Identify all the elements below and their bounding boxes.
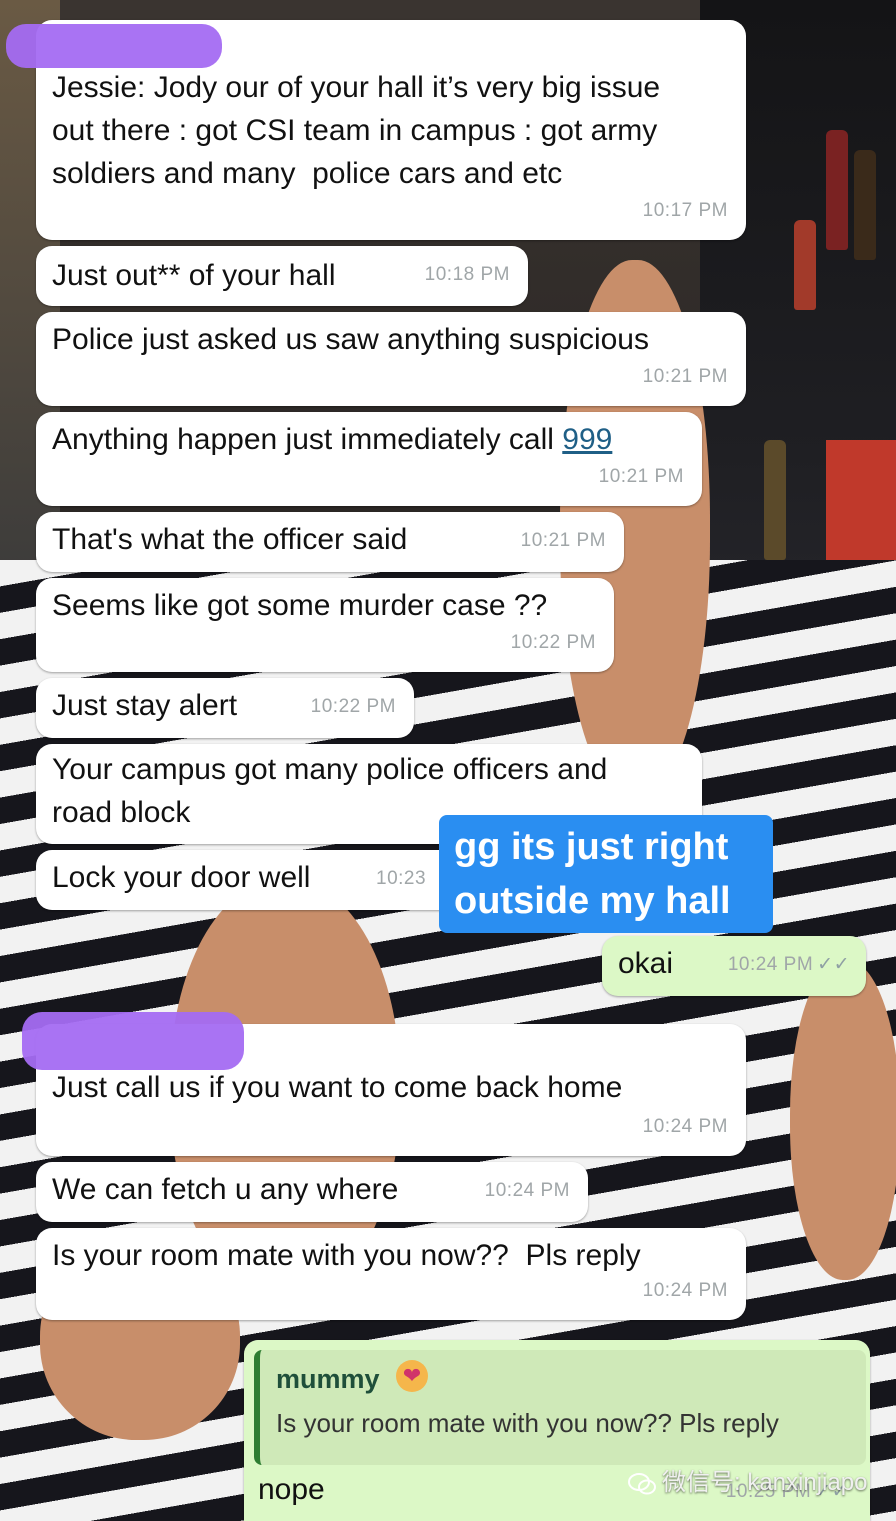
message-time-text: 10:24 PM [727, 954, 814, 975]
message-bubble[interactable]: Is your room mate with you now?? Pls rep… [36, 1228, 746, 1320]
message-time: 10:24 PM ✓✓ [728, 943, 850, 986]
message-bubble[interactable]: Just stay alert 10:22 PM [36, 678, 414, 738]
message-text: Police just asked us saw anything suspic… [52, 323, 649, 356]
message-text: We can fetch u any where [52, 1173, 399, 1206]
story-caption-line: outside my hall [454, 880, 731, 922]
message-time: 10:22 PM [510, 632, 596, 653]
background-bottle [764, 440, 786, 560]
message-text: Anything happen just immediately call 99… [52, 418, 612, 461]
background-bottle [854, 150, 876, 260]
outgoing-message-bubble[interactable]: okai 10:24 PM ✓✓ [602, 936, 866, 996]
quoted-text: Is your room mate with you now?? Pls rep… [276, 1408, 779, 1438]
quoted-message[interactable]: mummy ❤ Is your room mate with you now??… [254, 1350, 866, 1465]
background-arm [790, 960, 896, 1280]
message-text: That's what the officer said [52, 523, 408, 556]
story-caption: gg its just right outside my hall [439, 815, 773, 933]
message-text: okai [618, 947, 674, 980]
redacted-sender-name [22, 1012, 244, 1070]
wechat-icon [628, 1472, 656, 1495]
message-text: Jessie: Jody our of your hall it’s very … [52, 71, 661, 190]
phone-number-link[interactable]: 999 [562, 423, 612, 456]
message-text: Lock your door well [52, 861, 311, 894]
message-time: 10:24 PM [484, 1180, 570, 1201]
message-text: Just stay alert [52, 689, 238, 722]
message-text: Seems like got some murder case ?? [52, 589, 548, 622]
redacted-sender-name [6, 24, 222, 68]
message-time: 10:23 [376, 868, 427, 889]
message-time: 10:21 PM [520, 530, 606, 551]
message-time: 10:21 PM [598, 466, 684, 487]
message-bubble[interactable]: Police just asked us saw anything suspic… [36, 312, 746, 406]
message-bubble[interactable]: Just out** of your hall 10:18 PM [36, 246, 528, 306]
message-bubble[interactable]: That's what the officer said 10:21 PM [36, 512, 624, 572]
story-caption-line: gg its just right [454, 826, 729, 868]
watermark-text: 微信号: kanxinjiapo [662, 1469, 868, 1496]
message-time: 10:24 PM [642, 1280, 728, 1301]
read-receipt-icon: ✓✓ [817, 954, 850, 975]
background-bottle [794, 220, 816, 310]
message-time: 10:21 PM [642, 366, 728, 387]
message-text: Just call us if you want to come back ho… [52, 1071, 623, 1104]
message-text-part: Anything happen just immediately call [52, 423, 563, 456]
background-bottle [826, 130, 848, 250]
message-bubble[interactable]: Lock your door well 10:23 [36, 850, 456, 910]
watermark: 微信号: kanxinjiapo [628, 1462, 867, 1497]
message-bubble[interactable]: We can fetch u any where 10:24 PM [36, 1162, 588, 1222]
face-blowing-kiss-icon: ❤ [396, 1360, 428, 1392]
message-text: Just out** of your hall [52, 259, 336, 292]
message-text: nope [258, 1473, 325, 1506]
message-time: 10:24 PM [642, 1116, 728, 1137]
quoted-sender-name: mummy [276, 1364, 380, 1394]
message-bubble[interactable]: Seems like got some murder case ?? 10:22… [36, 578, 614, 672]
message-time: 10:18 PM [424, 264, 510, 285]
message-text: Is your room mate with you now?? Pls rep… [52, 1239, 641, 1272]
message-bubble[interactable]: Anything happen just immediately call 99… [36, 412, 702, 506]
message-time: 10:22 PM [310, 696, 396, 717]
message-time: 10:17 PM [642, 200, 728, 221]
